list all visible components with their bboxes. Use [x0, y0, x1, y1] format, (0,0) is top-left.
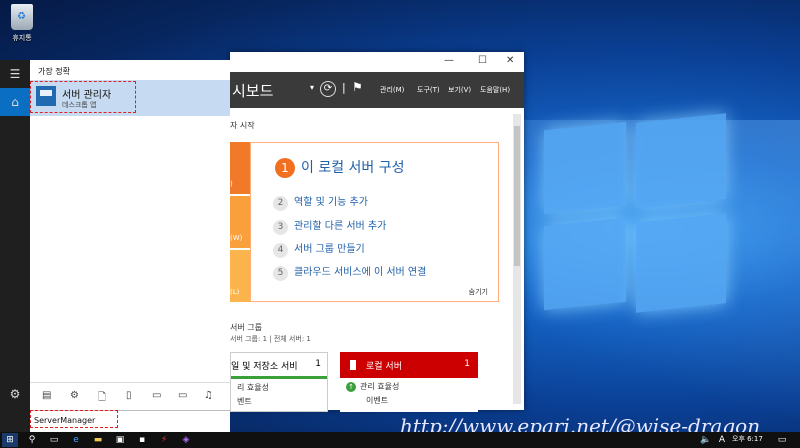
close-icon[interactable]: ✕ [506, 55, 514, 66]
search-icon[interactable]: ⚲ [24, 433, 40, 447]
recycle-bin-label: 휴지통 [12, 34, 32, 42]
server-icon [350, 360, 356, 370]
photos-filter-icon[interactable]: ▭ [152, 390, 161, 401]
server-manager-window[interactable]: — ☐ ✕ 시보드 ▾ ⟳ | ⚑ 관리(M) 도구(T) 보기(V) 도움말(… [230, 52, 524, 412]
menu-tools[interactable]: 도구(T) [417, 85, 440, 95]
menu-help[interactable]: 도움말(H) [480, 85, 510, 95]
videos-filter-icon[interactable]: ▭ [178, 390, 187, 401]
tile-local-server[interactable]: 로컬 서버 1 ↑ 관리 효율성 이벤트 [340, 352, 478, 412]
quick-start-panel: 1이 로컬 서버 구성 2 역할 및 기능 추가 3 관리할 다른 서버 추가 4서… [250, 142, 499, 302]
file-explorer-icon[interactable]: ▬ [90, 433, 106, 447]
maximize-icon[interactable]: ☐ [478, 55, 487, 66]
notification-icon[interactable]: ▭ [774, 433, 790, 447]
flag-icon[interactable]: ⚑ [352, 80, 363, 94]
ie-icon[interactable]: e [68, 433, 84, 447]
sidebar-step-learn[interactable]: (L) [230, 250, 250, 302]
music-filter-icon[interactable]: ♫ [204, 390, 213, 401]
docs-filter-icon[interactable]: 🗋 [98, 390, 106, 407]
flash-icon[interactable]: ⚡ [156, 433, 172, 447]
tile-local-row[interactable]: 이벤트 [340, 392, 478, 406]
search-filters: ▤ ⚙ 🗋 ▯ ▭ ▭ ♫ [30, 382, 230, 410]
menu-view[interactable]: 보기(V) [448, 85, 471, 95]
windows-start-icon[interactable]: ⊞ [2, 433, 18, 447]
tile-local-row[interactable]: ↑ 관리 효율성 [340, 378, 478, 392]
menu-manage[interactable]: 관리(M) [380, 85, 404, 95]
search-input[interactable]: ServerManager [30, 410, 230, 432]
best-match-heading: 가장 정확 [38, 67, 70, 76]
volume-icon[interactable]: 🔈 [698, 433, 714, 447]
tile-file-header: 일 및 저장소 서비 1 [231, 353, 327, 379]
step-connect-cloud[interactable]: 5 클라우드 서비스에 이 서버 연결 [273, 263, 426, 281]
start-menu: ☰ ⌂ ⚙ 가장 정확 서버 관리자 데스크톱 앱 ▤ ⚙ 🗋 ▯ ▭ ▭ ♫ … [0, 60, 230, 432]
apps-filter-icon[interactable]: ▤ [42, 390, 51, 401]
window-titlebar[interactable]: — ☐ ✕ [230, 52, 524, 72]
recycle-bin[interactable]: ♻ 휴지통 [8, 4, 36, 43]
sm-header: 시보드 ▾ ⟳ | ⚑ 관리(M) 도구(T) 보기(V) 도움말(H) [230, 72, 524, 108]
page-title: 시보드 [232, 82, 274, 100]
quick-start-heading: 자 시작 [230, 121, 255, 130]
hamburger-icon[interactable]: ☰ [0, 60, 30, 88]
home-icon[interactable]: ⌂ [0, 88, 30, 116]
clock[interactable]: 오후 6:17 [732, 434, 763, 444]
hide-link[interactable]: 숨기기 [469, 287, 488, 297]
status-ok-icon: ↑ [346, 382, 356, 392]
step-add-servers[interactable]: 3 관리할 다른 서버 추가 [273, 217, 386, 235]
chevron-down-icon[interactable]: ▾ [310, 83, 314, 92]
taskbar: ⊞ ⚲ ▭ e ▬ ▣ ▪ ⚡ ◈ 🔈 A 오후 6:17 ▭ [0, 432, 800, 448]
start-rail: ☰ ⌂ ⚙ [0, 60, 30, 432]
language-indicator[interactable]: A [714, 433, 730, 447]
scrollbar[interactable] [513, 114, 521, 404]
sidebar-step-quick[interactable]: ) [230, 142, 250, 194]
app-taskbar-icon-2[interactable]: ◈ [178, 433, 194, 447]
quick-start-sidebar: ) (W) (L) [230, 142, 250, 302]
header-divider: | [342, 81, 346, 94]
step-add-roles[interactable]: 2 역할 및 기능 추가 [273, 193, 368, 211]
dashboard-body: 자 시작 ) (W) (L) 1이 로컬 서버 구성 2 역할 및 기능 추가 3… [230, 108, 524, 412]
server-groups-heading: 서버 그룹 [230, 323, 262, 332]
server-manager-taskbar-icon[interactable]: ▣ [112, 433, 128, 447]
highlight-box [30, 410, 118, 428]
tile-local-header: 로컬 서버 1 [340, 352, 478, 378]
recycle-bin-icon: ♻ [11, 4, 33, 30]
server-groups-counts: 서버 그룹: 1 | 전체 서버: 1 [230, 335, 311, 343]
tile-file-row[interactable]: 리 효율성 [231, 379, 327, 393]
gear-icon[interactable]: ⚙ [0, 380, 30, 408]
tile-file-row[interactable]: 벤트 [231, 393, 327, 407]
highlight-box [30, 81, 136, 113]
settings-filter-icon[interactable]: ⚙ [70, 390, 79, 401]
minimize-icon[interactable]: — [444, 55, 454, 66]
task-view-icon[interactable]: ▭ [46, 433, 62, 447]
search-results: 가장 정확 서버 관리자 데스크톱 앱 [30, 60, 230, 410]
tile-file-storage[interactable]: 일 및 저장소 서비 1 리 효율성 벤트 [230, 352, 328, 412]
app-taskbar-icon[interactable]: ▪ [134, 433, 150, 447]
windows-logo [540, 113, 730, 318]
scrollbar-thumb[interactable] [514, 126, 520, 266]
refresh-icon[interactable]: ⟳ [320, 81, 336, 97]
folders-filter-icon[interactable]: ▯ [126, 390, 132, 401]
sidebar-step-new[interactable]: (W) [230, 196, 250, 248]
step-create-group[interactable]: 4 서버 그룹 만들기 [273, 240, 365, 258]
step-configure-local-server[interactable]: 1이 로컬 서버 구성 [275, 157, 405, 178]
